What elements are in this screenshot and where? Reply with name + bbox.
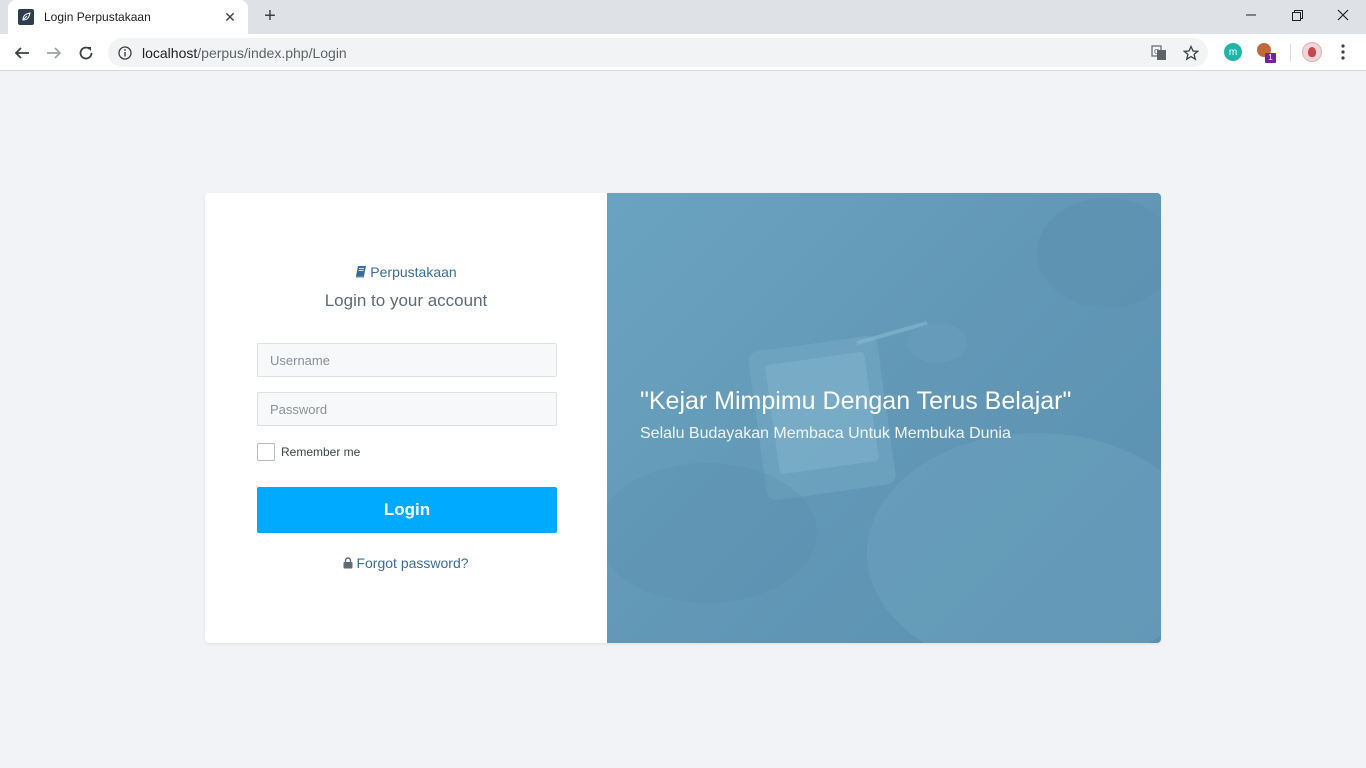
browser-toolbar: localhost/perpus/index.php/Login G m 1 <box>0 34 1366 71</box>
username-input[interactable] <box>257 343 557 377</box>
extension-m-icon[interactable]: m <box>1223 42 1243 62</box>
url-host: localhost <box>142 44 198 61</box>
minimize-button[interactable] <box>1228 0 1274 30</box>
extension-badge: 1 <box>1265 53 1276 63</box>
lock-icon <box>343 557 353 569</box>
back-button[interactable] <box>8 39 36 67</box>
toolbar-divider <box>1290 44 1291 62</box>
forward-button[interactable] <box>40 39 68 67</box>
login-subtitle: Login to your account <box>324 291 488 310</box>
translate-icon[interactable]: G <box>1150 44 1168 62</box>
login-card: Perpustakaan Login to your account Remem… <box>205 193 1161 643</box>
book-icon <box>356 266 367 278</box>
forgot-password-link[interactable]: Forgot password? <box>205 555 607 571</box>
restore-button[interactable] <box>1274 0 1320 30</box>
close-window-button[interactable] <box>1320 0 1366 30</box>
svg-text:G: G <box>1154 48 1159 56</box>
tab-close-icon[interactable]: ✕ <box>222 9 238 26</box>
remember-me-checkbox[interactable] <box>257 443 275 461</box>
arrow-left-icon <box>14 47 29 59</box>
login-button[interactable]: Login <box>257 487 557 533</box>
tab-title: Login Perpustakaan <box>44 10 151 24</box>
login-panel: Perpustakaan Login to your account Remem… <box>205 193 607 643</box>
info-icon[interactable] <box>118 45 132 60</box>
brand: Perpustakaan <box>205 264 607 280</box>
menu-kebab-icon[interactable] <box>1333 42 1353 62</box>
forgot-password-label: Forgot password? <box>356 555 469 571</box>
remember-me-label: Remember me <box>281 445 361 459</box>
address-bar[interactable]: localhost/perpus/index.php/Login G <box>108 38 1208 67</box>
new-tab-button[interactable]: + <box>260 6 280 26</box>
bookmark-star-icon[interactable] <box>1182 44 1200 62</box>
url-path: /perpus/index.php/Login <box>197 44 347 61</box>
remember-me-control[interactable]: Remember me <box>257 443 360 461</box>
extension-puzzle-icon[interactable]: 1 <box>1256 42 1276 63</box>
profile-avatar[interactable] <box>1302 42 1322 62</box>
reload-button[interactable] <box>72 39 100 67</box>
brand-name: Perpustakaan <box>370 264 457 280</box>
reload-icon <box>79 46 93 60</box>
password-input[interactable] <box>257 392 557 426</box>
hero-panel: "Kejar Mimpimu Dengan Terus Belajar" Sel… <box>607 193 1161 643</box>
leaf-icon <box>18 9 34 25</box>
hero-quote: "Kejar Mimpimu Dengan Terus Belajar" <box>640 387 1072 415</box>
arrow-right-icon <box>47 47 62 59</box>
hero-background-image <box>607 198 1161 643</box>
browser-tab-bar: Login Perpustakaan ✕ + <box>0 0 1366 34</box>
hero-tagline: Selalu Budayakan Membaca Untuk Membuka D… <box>640 425 1011 442</box>
browser-tab[interactable]: Login Perpustakaan ✕ <box>8 0 248 34</box>
